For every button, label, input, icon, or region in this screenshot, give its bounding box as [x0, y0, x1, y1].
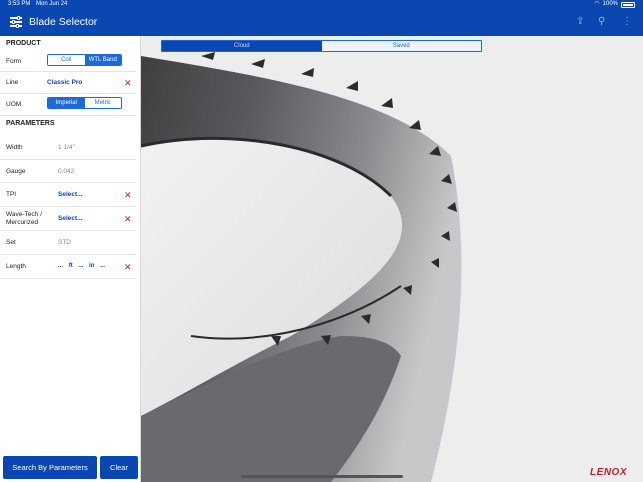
set-value: STD: [58, 239, 71, 246]
set-row[interactable]: Set STD: [0, 231, 136, 255]
status-right: ◠ 100%: [594, 0, 635, 9]
status-bar: 3:53 PM Mon Jun 24 ◠ 100%: [0, 0, 643, 9]
wavetech-select[interactable]: Select...: [58, 215, 83, 222]
width-value: 1 1/4": [58, 144, 75, 151]
tab-saved[interactable]: Saved: [321, 41, 481, 51]
width-row[interactable]: Width 1 1/4": [0, 136, 136, 160]
tpi-label: TPI: [6, 191, 17, 198]
app-bar: Blade Selector ⇪ ⚲ ⋮: [0, 9, 643, 36]
tab-cloud[interactable]: Cloud: [162, 41, 322, 51]
uom-option-imperial[interactable]: Imperial: [48, 98, 85, 108]
line-value[interactable]: Classic Pro: [47, 79, 82, 86]
uom-segmented-control: Imperial Metric: [47, 97, 122, 109]
wavetech-row[interactable]: Wave-Tech / Mercurized Select... ✕: [0, 207, 136, 231]
home-indicator[interactable]: [241, 475, 403, 478]
form-row: Form Coil WTL Band: [0, 51, 136, 72]
clear-tpi-icon[interactable]: ✕: [124, 191, 132, 200]
line-row[interactable]: Line Classic Pro ✕: [0, 72, 136, 94]
clear-line-icon[interactable]: ✕: [124, 79, 132, 88]
length-feet-unit: ft: [68, 263, 73, 269]
line-label: Line: [6, 79, 19, 86]
search-icon[interactable]: ⚲: [598, 16, 605, 27]
gauge-value: 0.042: [58, 168, 75, 175]
share-icon[interactable]: ⇪: [576, 16, 584, 27]
length-row: Length ... ft ... in ... ✕: [0, 255, 136, 279]
length-fraction-input[interactable]: ...: [100, 263, 105, 269]
form-label: Form: [6, 58, 22, 65]
search-by-parameters-button[interactable]: Search By Parameters: [3, 456, 97, 479]
view-tab-bar: Cloud Saved: [161, 40, 482, 52]
width-label: Width: [6, 144, 23, 151]
wifi-icon: ◠: [594, 1, 600, 7]
length-label: Length: [6, 263, 26, 270]
gauge-label: Gauge: [6, 168, 26, 175]
filter-menu-icon[interactable]: [10, 15, 22, 28]
clear-length-icon[interactable]: ✕: [124, 263, 132, 272]
status-time: 3:53 PM: [8, 1, 31, 7]
set-label: Set: [6, 239, 16, 246]
battery-icon: [621, 1, 635, 8]
length-inch-input[interactable]: ...: [78, 263, 83, 269]
gauge-row[interactable]: Gauge 0.042: [0, 160, 136, 183]
band-saw-blade-image: [141, 36, 643, 482]
app-title: Blade Selector: [29, 16, 98, 28]
length-inch-unit: in: [89, 263, 95, 269]
wavetech-label: Wave-Tech / Mercurized: [6, 211, 42, 226]
form-segmented-control: Coil WTL Band: [47, 54, 122, 66]
clear-wavetech-icon[interactable]: ✕: [124, 215, 132, 224]
parameters-heading: PARAMETERS: [6, 120, 55, 127]
blade-image-view: Cloud Saved LENOX: [141, 36, 643, 482]
uom-label: UOM: [6, 101, 22, 108]
clear-button[interactable]: Clear: [100, 456, 138, 479]
battery-percent: 100%: [602, 1, 618, 7]
tpi-row[interactable]: TPI Select... ✕: [0, 183, 136, 207]
length-feet-input[interactable]: ...: [58, 263, 63, 269]
lenox-logo: LENOX: [590, 467, 627, 478]
tpi-select[interactable]: Select...: [58, 191, 83, 198]
selector-panel: PRODUCT Form Coil WTL Band Line Classic …: [0, 36, 141, 482]
form-option-wtl-band[interactable]: WTL Band: [84, 55, 121, 65]
uom-row: UOM Imperial Metric: [0, 94, 136, 116]
uom-option-metric[interactable]: Metric: [84, 98, 121, 108]
status-date: Mon Jun 24: [36, 1, 68, 7]
more-options-icon[interactable]: ⋮: [622, 16, 632, 27]
product-heading: PRODUCT: [6, 40, 41, 47]
form-option-coil[interactable]: Coil: [48, 55, 85, 65]
length-inputs: ... ft ... in ...: [58, 263, 109, 269]
